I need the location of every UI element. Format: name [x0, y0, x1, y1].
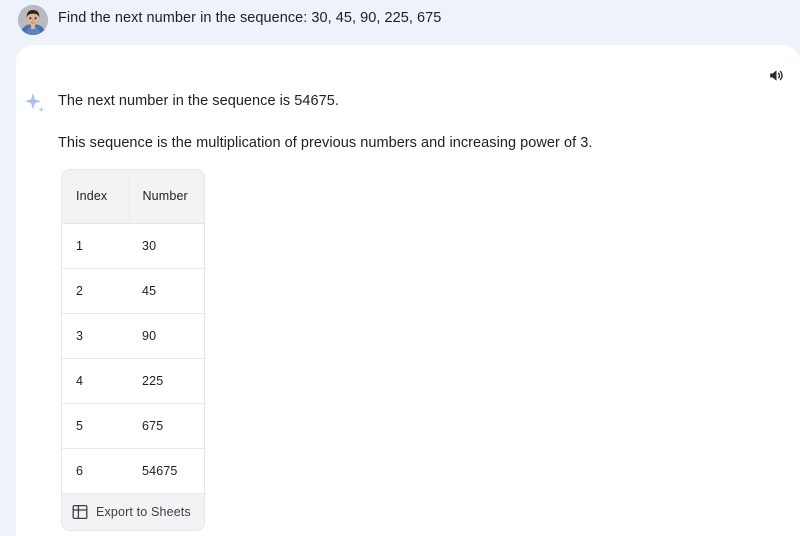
- assistant-answer-text: The next number in the sequence is 54675…: [58, 93, 339, 109]
- cell-index: 1: [62, 223, 128, 269]
- table-row: 6 54675: [62, 448, 204, 494]
- user-prompt-row: Find the next number in the sequence: 30…: [0, 0, 800, 45]
- speaker-icon[interactable]: [763, 62, 789, 88]
- cell-index: 6: [62, 448, 128, 494]
- table-row: 5 675: [62, 403, 204, 449]
- assistant-explanation-text: This sequence is the multiplication of p…: [58, 135, 593, 151]
- table-row: 3 90: [62, 313, 204, 359]
- cell-index: 2: [62, 268, 128, 314]
- chat-screen: Find the next number in the sequence: 30…: [0, 0, 800, 536]
- table-row: 1 30: [62, 223, 204, 269]
- table-grid-icon: [72, 504, 88, 520]
- export-to-sheets-button[interactable]: Export to Sheets: [62, 493, 204, 530]
- column-header-index: Index: [62, 170, 128, 224]
- table-body: 1 30 2 45 3 90 4 225 5 675 6 54675: [62, 223, 204, 494]
- export-to-sheets-label: Export to Sheets: [96, 504, 191, 519]
- cell-index: 4: [62, 358, 128, 404]
- user-avatar-photo: [18, 5, 48, 35]
- sequence-table-card: Index Number 1 30 2 45 3 90 4 225 5 675 …: [61, 169, 205, 531]
- sequence-table: Index Number 1 30 2 45 3 90 4 225 5 675 …: [62, 170, 204, 494]
- cell-number: 90: [128, 313, 204, 359]
- cell-number: 30: [128, 223, 204, 269]
- cell-index: 5: [62, 403, 128, 449]
- cell-number: 45: [128, 268, 204, 314]
- assistant-response-card: The next number in the sequence is 54675…: [16, 45, 800, 536]
- cell-number: 54675: [128, 448, 204, 494]
- sparkle-icon: [22, 91, 48, 117]
- user-prompt-text: Find the next number in the sequence: 30…: [58, 10, 442, 26]
- table-header-row: Index Number: [62, 170, 204, 224]
- cell-number: 675: [128, 403, 204, 449]
- column-header-number: Number: [127, 170, 204, 224]
- cell-index: 3: [62, 313, 128, 359]
- table-row: 2 45: [62, 268, 204, 314]
- cell-number: 225: [128, 358, 204, 404]
- table-head: Index Number: [62, 170, 204, 224]
- table-row: 4 225: [62, 358, 204, 404]
